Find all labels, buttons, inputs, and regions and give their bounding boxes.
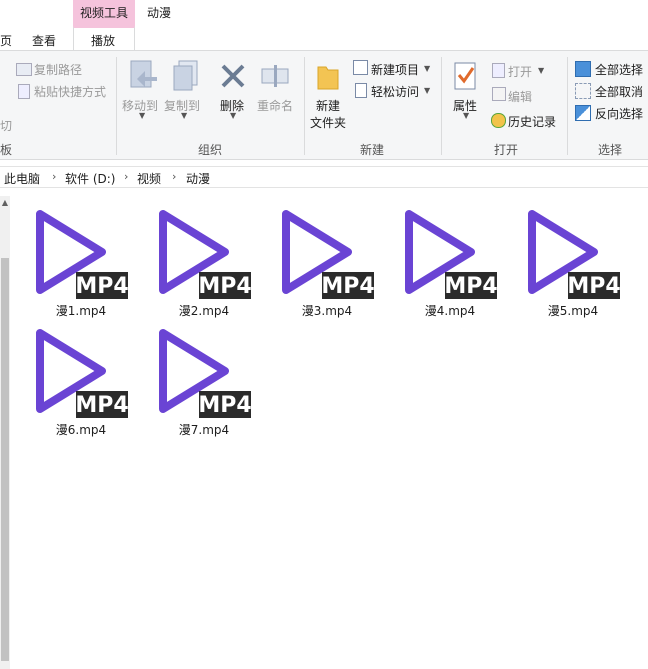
mp4-video-icon: MP4 [159,329,251,418]
tab-share-partial[interactable]: 页 [0,32,12,49]
file-item[interactable]: MP4 漫7.mp4 [149,323,259,441]
select-group-label: 选择 [597,143,622,157]
file-name: 漫7.mp4 [178,423,230,437]
nav-pane-scroll-thumb[interactable] [1,258,9,661]
new-folder-icon [317,66,339,90]
mp4-video-icon: MP4 [159,210,251,299]
clipboard-group-label: 板 [0,143,13,157]
tab-play-label[interactable]: 播放 [91,32,115,49]
open-group-label: 打开 [493,143,518,157]
easy-access-icon [355,83,367,98]
mp4-badge-text: MP4 [75,274,128,299]
file-name: 漫5.mp4 [547,304,599,318]
rename-icon [261,65,289,87]
invert-selection-button[interactable]: 反向选择 [595,105,643,122]
file-name: 漫4.mp4 [424,304,476,318]
file-item[interactable]: MP4 漫4.mp4 [395,204,505,322]
history-icon [491,113,506,128]
mp4-video-icon: MP4 [405,210,497,299]
file-item[interactable]: MP4 漫2.mp4 [149,204,259,322]
ribbon-tab-bar: 页 查看 视频工具 播放 动漫 [0,0,648,50]
edit-icon [492,87,506,101]
history-button[interactable]: 历史记录 [508,113,556,130]
context-group-label: 视频工具 [79,6,128,20]
tab-view[interactable]: 查看 [32,32,56,49]
copy-path-button[interactable]: 复制路径 [34,61,82,78]
paste-shortcut-button[interactable]: 粘贴快捷方式 [34,83,106,100]
new-folder-button-line2[interactable]: 文件夹 [310,114,346,131]
file-item[interactable]: MP4 漫3.mp4 [272,204,382,322]
file-item[interactable]: MP4 漫6.mp4 [26,323,136,441]
group-divider [567,57,568,155]
address-bar[interactable]: 此电脑 › 软件 (D:) › 视频 › 动漫 [0,166,648,188]
mp4-badge-text: MP4 [198,274,251,299]
file-name: 漫3.mp4 [301,304,353,318]
invert-selection-icon [575,105,591,121]
file-item[interactable]: MP4 漫1.mp4 [26,204,136,322]
rename-button[interactable]: 重命名 [257,97,293,114]
delete-icon [221,64,245,88]
file-name: 漫6.mp4 [55,423,107,437]
file-name: 漫1.mp4 [55,304,107,318]
new-item-icon [353,60,368,75]
mp4-video-icon: MP4 [36,329,128,418]
breadcrumb-video[interactable]: 视频 [137,170,161,187]
new-item-button[interactable]: 新建项目 [371,61,419,78]
new-item-dropdown-icon: ▼ [424,64,431,73]
scroll-up-arrow-icon[interactable]: ▲ [0,198,10,207]
move-to-dropdown-icon: ▼ [139,111,146,120]
select-none-button[interactable]: 全部取消 [595,83,643,100]
properties-icon [454,62,476,90]
mp4-badge-text: MP4 [198,393,251,418]
breadcrumb-chevron-icon[interactable]: › [124,170,128,183]
mp4-badge-text: MP4 [444,274,497,299]
file-name: 漫2.mp4 [178,304,230,318]
mp4-video-icon: MP4 [282,210,374,299]
mp4-video-icon: MP4 [36,210,128,299]
new-folder-button-line1[interactable]: 新建 [316,97,340,114]
edit-button[interactable]: 编辑 [508,88,532,105]
group-divider [116,57,117,155]
properties-dropdown-icon: ▼ [463,111,470,120]
breadcrumb-chevron-icon[interactable]: › [52,170,56,183]
select-all-button[interactable]: 全部选择 [595,61,643,78]
ribbon-panel: 复制路径 粘贴快捷方式 切 板 移动到 ▼ 复制到 ▼ 删除 ▼ 重命名 组织 … [0,50,648,160]
group-divider [441,57,442,155]
open-dropdown-icon: ▼ [538,66,545,75]
move-to-icon [130,60,157,88]
breadcrumb-drive-d[interactable]: 软件 (D:) [65,170,115,187]
copy-to-icon [173,60,198,91]
paste-shortcut-icon [18,84,30,99]
group-divider [304,57,305,155]
breadcrumb-anime[interactable]: 动漫 [186,170,210,187]
delete-dropdown-icon: ▼ [230,111,237,120]
organize-group-label: 组织 [197,143,222,157]
open-icon [492,63,505,78]
file-item[interactable]: MP4 漫5.mp4 [518,204,628,322]
easy-access-dropdown-icon: ▼ [424,86,431,95]
new-group-label: 新建 [359,143,384,157]
open-button[interactable]: 打开 [508,63,532,80]
mp4-video-icon: MP4 [528,210,620,299]
easy-access-button[interactable]: 轻松访问 [371,83,419,100]
breadcrumb-chevron-icon[interactable]: › [172,170,176,183]
select-all-icon [575,61,591,77]
select-none-icon [575,83,591,99]
copy-path-icon [16,63,32,76]
mp4-badge-text: MP4 [567,274,620,299]
copy-to-dropdown-icon: ▼ [181,111,188,120]
mp4-badge-text: MP4 [75,393,128,418]
breadcrumb-this-pc[interactable]: 此电脑 [4,170,40,187]
cut-button-partial[interactable]: 切 [0,117,12,134]
window-title: 动漫 [147,6,172,20]
mp4-badge-text: MP4 [321,274,374,299]
